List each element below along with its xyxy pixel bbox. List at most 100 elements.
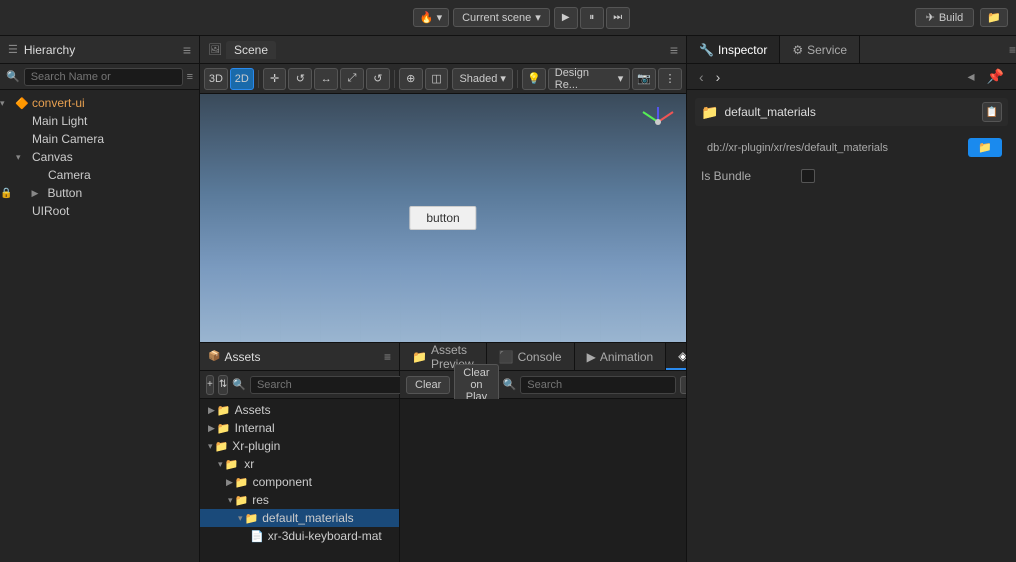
- play-button[interactable]: ▶: [554, 7, 578, 29]
- asset-item-assets[interactable]: ▶ 📁 Assets: [200, 401, 399, 419]
- multi-btn[interactable]: ↺: [366, 68, 390, 90]
- tree-label-main-camera: Main Camera: [32, 132, 104, 146]
- tab-inspector[interactable]: 🔧 Inspector: [687, 36, 780, 63]
- assets-tree: ▶ 📁 Assets ▶ 📁 Internal ▾ 📁 Xr-pl: [200, 399, 399, 562]
- asset-item-internal[interactable]: ▶ 📁 Internal: [200, 419, 399, 437]
- scene-tab[interactable]: Scene: [226, 41, 276, 59]
- tree-item-camera[interactable]: Camera: [0, 166, 199, 184]
- service-icon: ⚙: [792, 43, 803, 57]
- pivot-btn[interactable]: ⊕: [399, 68, 423, 90]
- nav-forward-btn[interactable]: ›: [712, 69, 725, 85]
- asset-item-xr[interactable]: ▾ 📁 xr: [200, 455, 399, 473]
- inspector-icon: 🔧: [699, 43, 714, 57]
- scene-tab-icon: 🖼: [208, 43, 222, 56]
- design-re-label: Design Re...: [555, 67, 615, 91]
- hierarchy-search-input[interactable]: [24, 68, 183, 86]
- folder-entry: 📁 default_materials 📋: [695, 98, 1008, 126]
- assets-title: Assets: [224, 350, 260, 364]
- extra-btn[interactable]: ⋮: [658, 68, 682, 90]
- shaded-dropdown[interactable]: Shaded ▾: [452, 68, 512, 90]
- is-bundle-label: Is Bundle: [701, 169, 801, 183]
- nav-collapse-btn[interactable]: ◂: [964, 68, 979, 85]
- current-scene-dropdown[interactable]: Current scene ▾: [453, 8, 550, 27]
- nav-back-btn[interactable]: ‹: [695, 69, 708, 85]
- scene-button-label: button: [426, 211, 459, 225]
- build-icon: ✈: [926, 11, 935, 24]
- tree-item-convert-ui[interactable]: ▾ 🔶 convert-ui: [0, 94, 199, 112]
- tree-item-button[interactable]: 🔒 ▶ Button: [0, 184, 199, 202]
- folder-copy-btn[interactable]: 📋: [982, 102, 1002, 122]
- folder-icon-xr-plugin: 📁: [215, 440, 229, 453]
- scene-gizmo: [638, 102, 678, 142]
- right-panel-menu[interactable]: ≡: [1009, 43, 1016, 57]
- shaded-arrow: ▾: [500, 72, 506, 85]
- folder-icon-xr: 📁: [225, 458, 239, 471]
- camera-btn[interactable]: 📷: [632, 68, 656, 90]
- folder-button[interactable]: 📁: [980, 8, 1008, 27]
- open-path-btn[interactable]: 📁: [968, 138, 1002, 157]
- bottom-left: 📦 Assets ≡ + ⇅ 🔍 ≡ ↻: [200, 343, 400, 562]
- console-search-input[interactable]: [520, 376, 676, 394]
- tab-assets-preview-icon: 📁: [412, 350, 427, 364]
- assets-menu-btn[interactable]: ≡: [384, 350, 391, 364]
- scene-button-widget: button: [409, 206, 476, 230]
- tree-item-uiroot[interactable]: UIRoot: [0, 202, 199, 220]
- play-controls: ▶ ⏸ ⏭: [554, 7, 630, 29]
- assets-toolbar: + ⇅ 🔍 ≡ ↻: [200, 371, 399, 399]
- tree-item-main-camera[interactable]: Main Camera: [0, 130, 199, 148]
- asset-item-component[interactable]: ▶ 📁 component: [200, 473, 399, 491]
- scene-viewport[interactable]: button: [200, 94, 686, 342]
- asset-item-res[interactable]: ▾ 📁 res: [200, 491, 399, 509]
- tree-icon-convert-ui: 🔶: [14, 97, 30, 110]
- tab-console[interactable]: ⬛ Console: [487, 343, 575, 370]
- tree-arrow-canvas: ▾: [16, 152, 30, 163]
- tree-item-main-light[interactable]: Main Light: [0, 112, 199, 130]
- tab-animation[interactable]: ▶ Animation: [575, 343, 667, 370]
- step-button[interactable]: ⏭: [606, 7, 630, 29]
- nav-expand-btn[interactable]: 📌: [983, 68, 1008, 85]
- asset-item-default-materials[interactable]: ▾ 📁 default_materials: [200, 509, 399, 527]
- asset-label-xr: xr: [244, 457, 254, 471]
- bottom-tabs-header: 📁 Assets Preview ⬛ Console ▶ Animation: [400, 343, 686, 371]
- scene-menu-btn[interactable]: ≡: [670, 42, 678, 58]
- hierarchy-menu-btn[interactable]: ≡: [183, 42, 191, 58]
- design-re-dropdown[interactable]: Design Re... ▾: [548, 68, 631, 90]
- asset-item-keyboard-mat[interactable]: 📄 xr-3dui-keyboard-mat: [200, 527, 399, 545]
- local-btn[interactable]: ◫: [425, 68, 449, 90]
- assets-search-input[interactable]: [250, 376, 406, 394]
- tab-animation-graph[interactable]: ◈ Animation Graph: [666, 343, 686, 370]
- tab-service[interactable]: ⚙ Service: [780, 36, 860, 63]
- right-tabs: 🔧 Inspector ⚙ Service ≡: [687, 36, 1016, 64]
- clear-button[interactable]: Clear: [406, 376, 450, 394]
- asset-item-xr-plugin[interactable]: ▾ 📁 Xr-plugin: [200, 437, 399, 455]
- tree-label-camera: Camera: [48, 168, 91, 182]
- pause-button[interactable]: ⏸: [580, 7, 604, 29]
- asset-label-component: component: [253, 475, 312, 489]
- tree-label-canvas: Canvas: [32, 150, 73, 164]
- hierarchy-icon: ☰: [8, 43, 18, 56]
- hierarchy-tree: ▾ 🔶 convert-ui Main Light Main Camera ▾ …: [0, 90, 199, 562]
- asset-label-default-materials: default_materials: [262, 511, 353, 525]
- assets-add-btn[interactable]: +: [206, 375, 214, 395]
- assets-sort-btn[interactable]: ⇅: [218, 375, 228, 395]
- tree-item-canvas[interactable]: ▾ Canvas: [0, 148, 199, 166]
- tab-animation-icon: ▶: [587, 350, 596, 364]
- is-bundle-field: Is Bundle: [695, 165, 1008, 187]
- rotate-btn[interactable]: ↺: [288, 68, 312, 90]
- rect-btn[interactable]: ⤢: [340, 68, 364, 90]
- 3d-btn[interactable]: 3D: [204, 68, 228, 90]
- light-btn[interactable]: 💡: [522, 68, 546, 90]
- build-button[interactable]: ✈ Build: [915, 8, 975, 27]
- move-btn[interactable]: ✛: [263, 68, 287, 90]
- scale-btn[interactable]: ↔: [314, 68, 338, 90]
- fire-button[interactable]: 🔥 ▾: [413, 8, 449, 27]
- console-toolbar: Clear Clear on Play 🔍 Regex Er... ▾ 📋: [400, 371, 686, 399]
- current-scene-label: Current scene: [462, 12, 531, 24]
- toolbar-sep-1: [258, 70, 259, 88]
- 2d-btn[interactable]: 2D: [230, 68, 254, 90]
- gizmo-svg: [638, 102, 678, 142]
- is-bundle-checkbox[interactable]: [801, 169, 815, 183]
- tree-label-uiroot: UIRoot: [32, 204, 69, 218]
- asset-label-internal: Internal: [235, 421, 275, 435]
- asset-label-res: res: [252, 493, 269, 507]
